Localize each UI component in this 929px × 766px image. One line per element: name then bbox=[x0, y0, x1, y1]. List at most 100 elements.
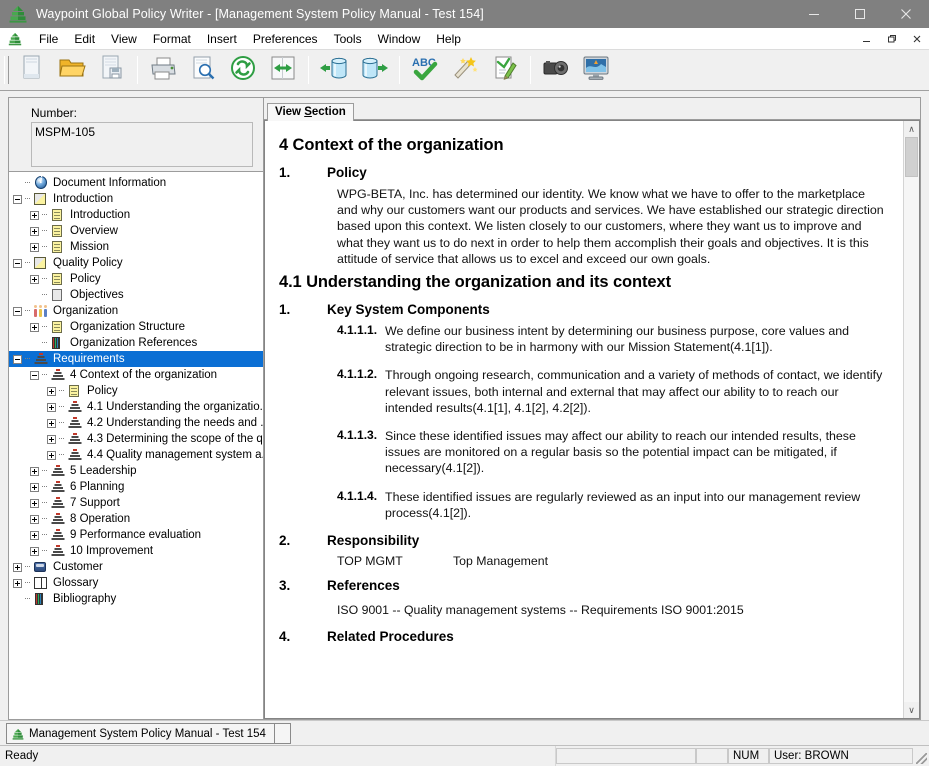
tree-item[interactable]: Introduction bbox=[9, 191, 263, 207]
menu-window[interactable]: Window bbox=[370, 30, 429, 48]
toolbar-new-document-button[interactable] bbox=[12, 52, 52, 88]
menu-edit[interactable]: Edit bbox=[66, 30, 103, 48]
tree-item[interactable]: Objectives bbox=[9, 287, 263, 303]
tree-item[interactable]: Organization bbox=[9, 303, 263, 319]
toolbar-edit-checklist-button[interactable] bbox=[485, 52, 525, 88]
tree-item-label: Bibliography bbox=[53, 593, 117, 605]
toolbar-spell-check-button[interactable]: ABC bbox=[405, 52, 445, 88]
tree-item[interactable]: Organization Structure bbox=[9, 319, 263, 335]
tree-expander-icon[interactable] bbox=[30, 514, 39, 524]
tree-item[interactable]: 10 Improvement bbox=[9, 543, 263, 559]
window-maximize-button[interactable] bbox=[837, 0, 883, 28]
toolbar-capture-button[interactable] bbox=[536, 52, 576, 88]
toolbar-grip[interactable] bbox=[4, 56, 9, 84]
tree-expander-icon[interactable] bbox=[30, 291, 39, 300]
tree-item[interactable]: 9 Performance evaluation bbox=[9, 527, 263, 543]
tree-expander-icon[interactable] bbox=[47, 402, 56, 412]
mdi-minimize-button[interactable] bbox=[854, 29, 879, 48]
tree-item[interactable]: Document Information bbox=[9, 175, 263, 191]
tree-expander-icon[interactable] bbox=[13, 578, 22, 588]
tree-item[interactable]: 8 Operation bbox=[9, 511, 263, 527]
tree-item[interactable]: Mission bbox=[9, 239, 263, 255]
tree-item[interactable]: Bibliography bbox=[9, 591, 263, 607]
tree-item[interactable]: 4.2 Understanding the needs and ... bbox=[9, 415, 263, 431]
tree-item[interactable]: 4 Context of the organization bbox=[9, 367, 263, 383]
mdi-taskbar-overflow[interactable] bbox=[274, 723, 291, 744]
tree-expander-icon[interactable] bbox=[30, 210, 39, 220]
tree-expander-icon[interactable] bbox=[30, 322, 39, 332]
menu-insert[interactable]: Insert bbox=[199, 30, 245, 48]
tree-item[interactable]: Quality Policy bbox=[9, 255, 263, 271]
tree-expander-icon[interactable] bbox=[13, 179, 22, 188]
tree-expander-icon[interactable] bbox=[13, 194, 22, 204]
tree-item[interactable]: Requirements bbox=[9, 351, 263, 367]
tree-item[interactable]: Policy bbox=[9, 271, 263, 287]
tree-expander-icon[interactable] bbox=[13, 354, 22, 364]
toolbar-export-button[interactable] bbox=[354, 52, 394, 88]
tree-item[interactable]: 5 Leadership bbox=[9, 463, 263, 479]
tree-item[interactable]: 6 Planning bbox=[9, 479, 263, 495]
toolbar-wizard-button[interactable] bbox=[445, 52, 485, 88]
tree-item[interactable]: Organization References bbox=[9, 335, 263, 351]
tree-expander-icon[interactable] bbox=[30, 546, 39, 556]
toolbar-open-button[interactable] bbox=[52, 52, 92, 88]
number-input[interactable]: MSPM-105 bbox=[31, 122, 253, 167]
tree-item[interactable]: 4.4 Quality management system a... bbox=[9, 447, 263, 463]
tree-expander-icon[interactable] bbox=[30, 482, 39, 492]
scroll-up-arrow-icon[interactable]: ∧ bbox=[904, 121, 919, 137]
tree-item[interactable]: 4.1 Understanding the organizatio... bbox=[9, 399, 263, 415]
menu-preferences[interactable]: Preferences bbox=[245, 30, 326, 48]
scrollbar-thumb[interactable] bbox=[905, 137, 918, 177]
menu-format[interactable]: Format bbox=[145, 30, 199, 48]
tree-item[interactable]: 7 Support bbox=[9, 495, 263, 511]
toolbar-save-button[interactable] bbox=[92, 52, 132, 88]
tree-item[interactable]: Customer bbox=[9, 559, 263, 575]
document-tree[interactable]: Document Information Introduction Introduc… bbox=[9, 172, 263, 719]
tree-expander-icon[interactable] bbox=[30, 498, 39, 508]
tree-expander-icon[interactable] bbox=[30, 339, 39, 348]
tree-item[interactable]: Overview bbox=[9, 223, 263, 239]
tree-item[interactable]: 4.3 Determining the scope of the q... bbox=[9, 431, 263, 447]
document-vertical-scrollbar[interactable]: ∧ ∨ bbox=[903, 121, 919, 718]
tree-expander-icon[interactable] bbox=[47, 450, 56, 460]
window-minimize-button[interactable] bbox=[791, 0, 837, 28]
toolbar-swap-button[interactable] bbox=[263, 52, 303, 88]
tree-expander-icon[interactable] bbox=[30, 242, 39, 252]
status-resize-grip[interactable] bbox=[913, 746, 929, 766]
mdi-restore-button[interactable] bbox=[879, 29, 904, 48]
scrollbar-track[interactable] bbox=[904, 137, 919, 702]
document-pyramid-icon[interactable] bbox=[7, 31, 23, 47]
tree-expander-icon[interactable] bbox=[30, 274, 39, 284]
toolbar-refresh-button[interactable] bbox=[223, 52, 263, 88]
toolbar-print-preview-button[interactable] bbox=[183, 52, 223, 88]
section-title: Key System Components bbox=[327, 302, 490, 318]
window-close-button[interactable] bbox=[883, 0, 929, 28]
tree-expander-icon[interactable] bbox=[13, 306, 22, 316]
tree-item[interactable]: Glossary bbox=[9, 575, 263, 591]
tab-view-section[interactable]: View Section bbox=[267, 103, 354, 121]
tab-strip: View Section bbox=[264, 98, 920, 121]
tree-expander-icon[interactable] bbox=[47, 386, 56, 396]
tree-expander-icon[interactable] bbox=[30, 530, 39, 540]
mdi-taskbar-tab[interactable]: Management System Policy Manual - Test 1… bbox=[6, 723, 275, 744]
tree-expander-icon[interactable] bbox=[13, 258, 22, 268]
mdi-close-button[interactable] bbox=[904, 29, 929, 48]
tree-expander-icon[interactable] bbox=[47, 434, 56, 444]
document-window: Number: MSPM-105 Document Information Int… bbox=[8, 97, 921, 720]
menu-view[interactable]: View bbox=[103, 30, 145, 48]
toolbar-import-button[interactable] bbox=[314, 52, 354, 88]
tree-expander-icon[interactable] bbox=[30, 226, 39, 236]
tree-expander-icon[interactable] bbox=[30, 370, 39, 380]
menu-tools[interactable]: Tools bbox=[326, 30, 370, 48]
tree-expander-icon[interactable] bbox=[47, 418, 56, 428]
menu-file[interactable]: File bbox=[31, 30, 66, 48]
tree-expander-icon[interactable] bbox=[13, 595, 22, 604]
tree-expander-icon[interactable] bbox=[13, 562, 22, 572]
scroll-down-arrow-icon[interactable]: ∨ bbox=[904, 702, 919, 718]
tree-item[interactable]: Introduction bbox=[9, 207, 263, 223]
tree-item[interactable]: Policy bbox=[9, 383, 263, 399]
menu-help[interactable]: Help bbox=[428, 30, 469, 48]
tree-expander-icon[interactable] bbox=[30, 466, 39, 476]
toolbar-display-button[interactable] bbox=[576, 52, 616, 88]
toolbar-print-button[interactable] bbox=[143, 52, 183, 88]
